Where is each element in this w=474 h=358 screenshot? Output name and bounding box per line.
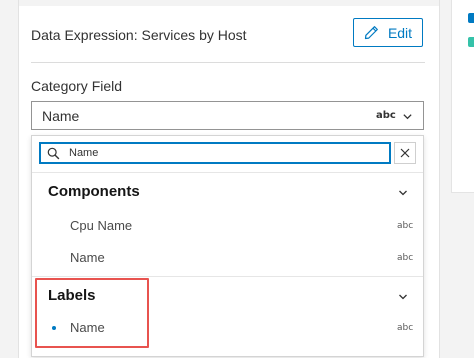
group-title: Components (48, 183, 140, 200)
field-option-labels-name[interactable]: Name abc (32, 315, 423, 341)
chevron-down-icon (399, 190, 407, 196)
group-header-labels[interactable]: Labels (32, 280, 423, 310)
field-search-box[interactable] (39, 142, 391, 164)
field-option-name[interactable]: Name abc (32, 245, 423, 271)
option-type: abc (397, 253, 414, 263)
option-label: Cpu Name (70, 218, 133, 233)
group-divider (32, 276, 423, 277)
chevron-down-icon (403, 114, 412, 120)
chevron-down-icon (399, 294, 407, 300)
category-field-select[interactable]: Name abc (31, 101, 424, 130)
data-expression-title: Data Expression: Services by Host (31, 27, 247, 43)
search-divider (32, 172, 423, 173)
pencil-icon (364, 26, 378, 40)
search-icon (47, 147, 60, 160)
settings-panel: Data Expression: Services by Host Edit C… (18, 0, 440, 358)
background-card (451, 0, 474, 193)
field-type-label: abc (376, 110, 396, 121)
legend-swatch-teal (468, 37, 474, 47)
close-icon (400, 148, 410, 158)
clear-search-button[interactable] (394, 142, 416, 164)
section-divider (31, 62, 425, 63)
panel-top-strip (19, 0, 439, 6)
legend-swatch-blue (468, 13, 474, 23)
option-label: Name (70, 320, 105, 335)
option-type: abc (397, 221, 414, 231)
field-option-cpu-name[interactable]: Cpu Name abc (32, 213, 423, 239)
group-title: Labels (48, 287, 96, 304)
option-type: abc (397, 323, 414, 333)
bullet-dot-icon (52, 326, 56, 330)
edit-button-label: Edit (387, 24, 413, 41)
group-header-components[interactable]: Components (32, 176, 423, 206)
category-field-dropdown: Components Cpu Name abc Name abc Labels … (31, 135, 424, 357)
edit-button[interactable]: Edit (353, 18, 423, 47)
field-search-input[interactable] (69, 145, 369, 161)
category-field-label: Category Field (31, 78, 123, 94)
option-label: Name (70, 250, 105, 265)
category-field-value: Name (42, 108, 80, 124)
